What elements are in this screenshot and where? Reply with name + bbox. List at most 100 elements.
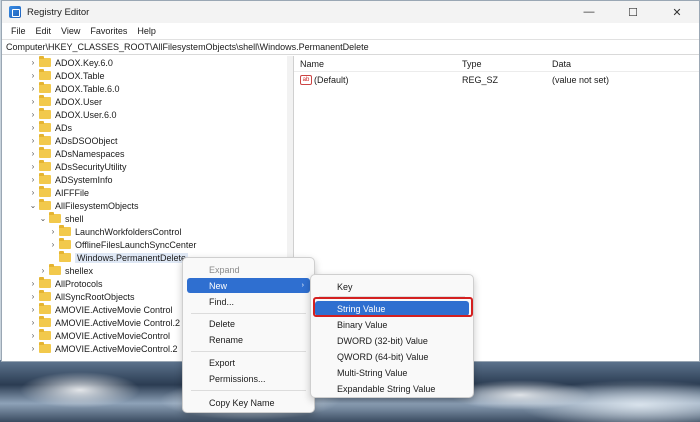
- tree-item-label: LaunchWorkfoldersControl: [75, 226, 182, 237]
- close-button[interactable]: ✕: [655, 1, 699, 23]
- new-submenu: Key String Value Binary Value DWORD (32-…: [310, 274, 474, 398]
- tree-item[interactable]: › ADSystemInfo: [28, 173, 113, 186]
- chevron-right-icon[interactable]: ›: [28, 82, 38, 95]
- tree-item[interactable]: › ADOX.User.6.0: [28, 108, 117, 121]
- tree-item-label: Windows.PermanentDelete: [75, 252, 189, 263]
- column-name-header[interactable]: Name: [300, 59, 324, 69]
- tree-item[interactable]: › AllSyncRootObjects: [28, 290, 135, 303]
- tree-item[interactable]: › ADsSecurityUtility: [28, 160, 127, 173]
- maximize-button[interactable]: ☐: [611, 1, 655, 23]
- string-value-icon: ab: [300, 75, 312, 85]
- tree-item[interactable]: › OfflineFilesLaunchSyncCenter: [48, 238, 196, 251]
- folder-icon: [59, 225, 71, 236]
- chevron-right-icon[interactable]: ›: [28, 173, 38, 186]
- menu-item-label: Multi-String Value: [337, 367, 408, 378]
- menu-edit[interactable]: Edit: [31, 26, 57, 36]
- tree-item[interactable]: › shellex: [38, 264, 93, 277]
- menu-item-label: Delete: [209, 318, 236, 329]
- menu-item-label: New: [209, 280, 228, 291]
- tree-item[interactable]: › LaunchWorkfoldersControl: [48, 225, 181, 238]
- folder-icon: [39, 186, 51, 197]
- tree-item[interactable]: › ADOX.Key.6.0: [28, 56, 113, 69]
- tree-item-label: shellex: [65, 265, 94, 276]
- tree-item[interactable]: › ADOX.Table.6.0: [28, 82, 120, 95]
- menu-help[interactable]: Help: [132, 26, 161, 36]
- submenu-item-expandable-string-value[interactable]: Expandable String Value: [315, 381, 469, 396]
- menu-favorites[interactable]: Favorites: [85, 26, 132, 36]
- chevron-right-icon[interactable]: ›: [28, 277, 38, 290]
- chevron-right-icon[interactable]: ›: [28, 147, 38, 160]
- menu-item-label: Export: [209, 357, 236, 368]
- tree-item-label: AllProtocols: [55, 278, 103, 289]
- chevron-right-icon[interactable]: ›: [28, 160, 38, 173]
- menu-item-expand[interactable]: Expand: [187, 262, 310, 277]
- column-data-header[interactable]: Data: [552, 59, 571, 69]
- tree-item[interactable]: › ADOX.Table: [28, 69, 105, 82]
- tree-item[interactable]: › ADs: [28, 121, 72, 134]
- chevron-right-icon[interactable]: ›: [28, 69, 38, 82]
- tree-item[interactable]: › AllProtocols: [28, 277, 103, 290]
- chevron-right-icon[interactable]: ›: [28, 108, 38, 121]
- menu-item-export[interactable]: Export: [187, 355, 310, 370]
- menu-item-label: Expand: [209, 264, 240, 275]
- tree-item[interactable]: › AIFFFile: [28, 186, 89, 199]
- menu-item-new[interactable]: New ›: [187, 278, 310, 293]
- submenu-item-binary-value[interactable]: Binary Value: [315, 317, 469, 332]
- tree-item[interactable]: › AMOVIE.ActiveMovieControl: [28, 329, 170, 342]
- chevron-right-icon[interactable]: ›: [28, 121, 38, 134]
- chevron-right-icon[interactable]: ›: [28, 56, 38, 69]
- chevron-right-icon[interactable]: ›: [28, 316, 38, 329]
- menu-item-delete[interactable]: Delete: [187, 316, 310, 331]
- submenu-item-key[interactable]: Key: [315, 279, 469, 294]
- tree-item-label: ADs: [55, 122, 73, 133]
- chevron-right-icon: ›: [301, 282, 304, 289]
- address-path[interactable]: Computer\HKEY_CLASSES_ROOT\AllFilesystem…: [6, 42, 369, 52]
- menu-item-permissions[interactable]: Permissions...: [187, 371, 310, 386]
- tree-item[interactable]: › ADsDSOObject: [28, 134, 118, 147]
- chevron-right-icon[interactable]: ›: [28, 303, 38, 316]
- submenu-item-dword-value[interactable]: DWORD (32-bit) Value: [315, 333, 469, 348]
- chevron-right-icon[interactable]: ›: [28, 134, 38, 147]
- values-header: Name Type Data: [294, 56, 699, 72]
- title-bar: Registry Editor — ☐ ✕: [2, 1, 699, 23]
- tree-item[interactable]: › AMOVIE.ActiveMovieControl.2: [28, 342, 178, 355]
- tree-item-expanded[interactable]: ⌄ AllFilesystemObjects: [28, 199, 139, 212]
- value-row[interactable]: ab (Default) REG_SZ (value not set): [294, 73, 699, 87]
- tree-item-selected[interactable]: Windows.PermanentDelete: [48, 251, 189, 264]
- tree-item[interactable]: › AMOVIE.ActiveMovie Control.2: [28, 316, 180, 329]
- chevron-right-icon[interactable]: ›: [38, 264, 48, 277]
- tree-item[interactable]: › ADOX.User: [28, 95, 102, 108]
- chevron-right-icon[interactable]: ›: [28, 186, 38, 199]
- menu-item-rename[interactable]: Rename: [187, 332, 310, 347]
- column-type-header[interactable]: Type: [462, 59, 482, 69]
- address-bar[interactable]: Computer\HKEY_CLASSES_ROOT\AllFilesystem…: [2, 39, 699, 55]
- chevron-right-icon[interactable]: ›: [28, 290, 38, 303]
- chevron-right-icon[interactable]: ›: [28, 342, 38, 355]
- submenu-item-multi-string-value[interactable]: Multi-String Value: [315, 365, 469, 380]
- menu-item-label: Find...: [209, 296, 235, 307]
- chevron-right-icon[interactable]: ›: [48, 225, 58, 238]
- menu-item-label: DWORD (32-bit) Value: [337, 335, 428, 346]
- minimize-button[interactable]: —: [567, 1, 611, 23]
- chevron-down-icon[interactable]: ⌄: [38, 212, 48, 225]
- tree-item-label: AIFFFile: [55, 187, 90, 198]
- folder-icon: [39, 147, 51, 158]
- tree-item-label: ADOX.Table: [55, 70, 105, 81]
- chevron-right-icon[interactable]: ›: [28, 95, 38, 108]
- chevron-right-icon[interactable]: ›: [48, 238, 58, 251]
- tree-item-expanded[interactable]: ⌄ shell: [38, 212, 84, 225]
- tree-item-label: AMOVIE.ActiveMovieControl: [55, 330, 171, 341]
- submenu-item-qword-value[interactable]: QWORD (64-bit) Value: [315, 349, 469, 364]
- chevron-right-icon[interactable]: ›: [28, 329, 38, 342]
- menu-item-find[interactable]: Find...: [187, 294, 310, 309]
- tree-item[interactable]: › ADsNamespaces: [28, 147, 125, 160]
- tree-item-label: AMOVIE.ActiveMovie Control.2: [55, 317, 181, 328]
- chevron-down-icon[interactable]: ⌄: [28, 199, 38, 212]
- menu-item-label: QWORD (64-bit) Value: [337, 351, 429, 362]
- menu-view[interactable]: View: [56, 26, 85, 36]
- menu-file[interactable]: File: [6, 26, 31, 36]
- folder-icon: [39, 329, 51, 340]
- tree-item[interactable]: › AMOVIE.ActiveMovie Control: [28, 303, 173, 316]
- menu-item-copy-key-name[interactable]: Copy Key Name: [187, 395, 310, 410]
